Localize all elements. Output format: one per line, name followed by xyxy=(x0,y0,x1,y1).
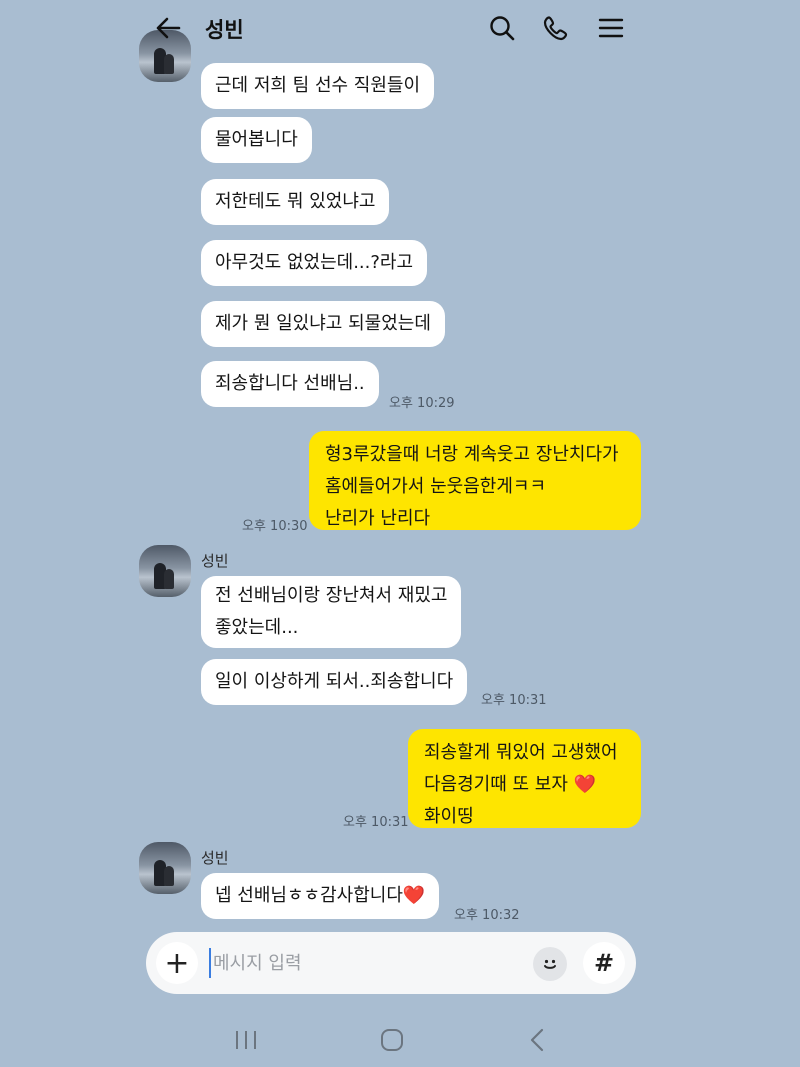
message-bubble-incoming[interactable]: 넵 선배님ㅎㅎ감사합니다❤️ xyxy=(201,873,440,919)
phone-icon[interactable] xyxy=(538,10,574,46)
plus-icon[interactable]: + xyxy=(156,942,198,984)
hashtag-icon[interactable]: # xyxy=(583,942,625,984)
message-line: 화이띵 xyxy=(424,806,474,827)
message-line: 죄송할게 뭐있어 고생했어 xyxy=(424,742,618,763)
message-line: 형3루갔을때 너랑 계속웃고 장난치다가 xyxy=(325,444,619,465)
message-bubble-incoming[interactable]: 전 선배님이랑 장난쳐서 재밌고 좋았는데... xyxy=(201,576,462,648)
message-bubble-incoming[interactable]: 일이 이상하게 되서..죄송합니다 xyxy=(201,659,468,705)
back-icon[interactable] xyxy=(517,1020,557,1060)
sender-avatar[interactable] xyxy=(139,842,191,894)
arrow-left-icon[interactable] xyxy=(150,10,186,46)
chat-title[interactable]: 성빈 xyxy=(205,14,244,44)
sender-avatar[interactable] xyxy=(139,545,191,597)
message-bubble-incoming[interactable]: 저한테도 뭐 있었냐고 xyxy=(201,179,390,225)
message-timestamp: 오후 10:32 xyxy=(454,908,520,923)
message-line: 좋았는데... xyxy=(215,617,299,638)
message-bubble-incoming[interactable]: 제가 뭔 일있냐고 되물었는데 xyxy=(201,301,445,347)
message-line: 전 선배님이랑 장난쳐서 재밌고 xyxy=(215,585,448,606)
message-timestamp: 오후 10:31 xyxy=(343,815,409,830)
sender-name: 성빈 xyxy=(201,849,229,867)
sender-name: 성빈 xyxy=(201,552,229,570)
search-icon[interactable] xyxy=(484,10,520,46)
message-bubble-incoming[interactable]: 근데 저희 팀 선수 직원들이 xyxy=(201,63,435,109)
message-timestamp: 오후 10:29 xyxy=(389,396,455,411)
message-timestamp: 오후 10:31 xyxy=(481,693,547,708)
message-line: 난리가 난리다 xyxy=(325,508,431,529)
recent-apps-icon[interactable] xyxy=(226,1020,266,1060)
message-input[interactable] xyxy=(209,948,523,978)
message-bubble-incoming[interactable]: 죄송합니다 선배님.. xyxy=(201,361,379,407)
chat-area[interactable]: 근데 저희 팀 선수 직원들이 물어봅니다 저한테도 뭐 있었냐고 아무것도 없… xyxy=(0,0,800,930)
menu-icon[interactable] xyxy=(593,10,629,46)
message-bubble-incoming[interactable]: 물어봅니다 xyxy=(201,117,312,163)
message-bubble-outgoing[interactable]: 형3루갔을때 너랑 계속웃고 장난치다가 홈에들어가서 눈웃음한게ㅋㅋ 난리가 … xyxy=(309,431,641,530)
message-bubble-outgoing[interactable]: 죄송할게 뭐있어 고생했어 다음경기때 또 보자 ❤️ 화이띵 xyxy=(408,729,641,828)
message-bubble-incoming[interactable]: 아무것도 없었는데...?라고 xyxy=(201,240,428,286)
message-line: 홈에들어가서 눈웃음한게ㅋㅋ xyxy=(325,476,547,497)
home-icon[interactable] xyxy=(372,1020,412,1060)
chat-header: 성빈 xyxy=(0,0,800,56)
emoji-icon[interactable] xyxy=(533,947,567,981)
message-line: 다음경기때 또 보자 ❤️ xyxy=(424,774,597,795)
message-timestamp: 오후 10:30 xyxy=(242,519,308,534)
system-nav-bar xyxy=(0,1000,800,1067)
